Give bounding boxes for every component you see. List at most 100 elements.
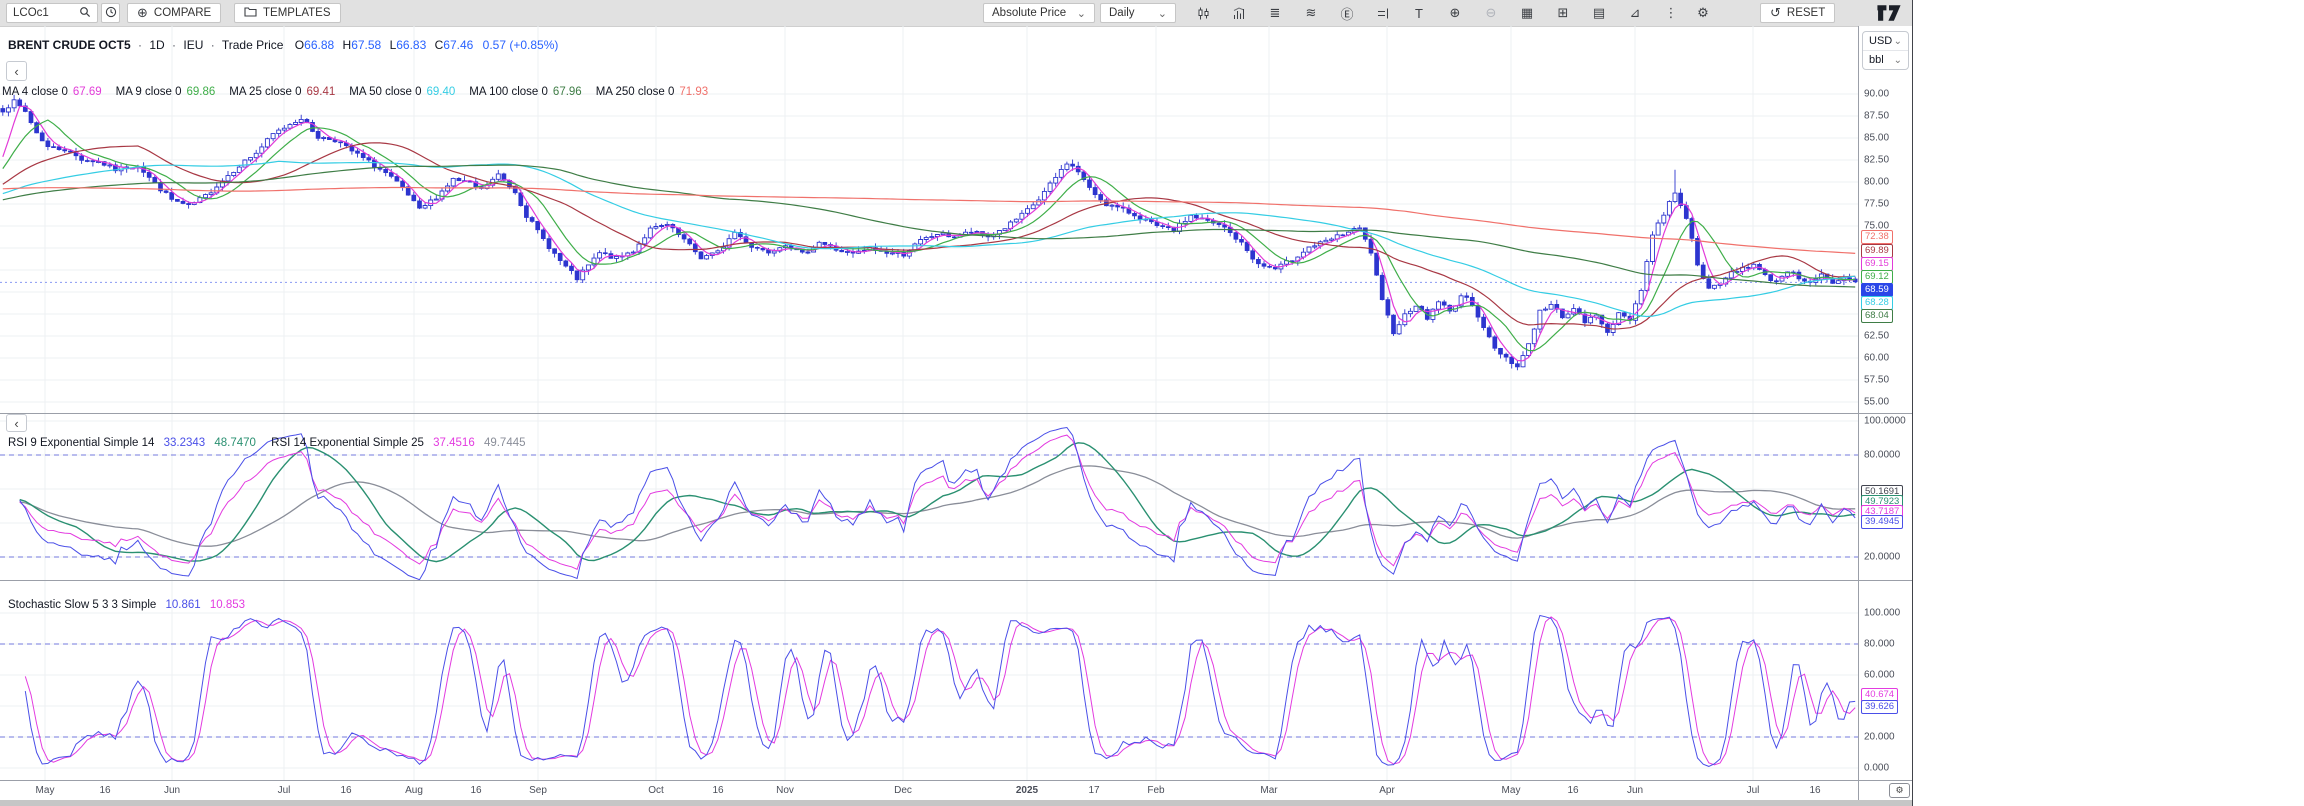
ma-value: 69.40 [427,86,456,98]
rows-layout-icon[interactable]: ≣ [1262,3,1288,23]
waves-overlay-icon[interactable]: ≋ [1298,3,1324,23]
ma-legend-item: MA 50 close 0 69.40 [349,86,455,98]
events-circle-e-icon[interactable]: Ⓔ [1334,3,1360,23]
settings-gear-icon[interactable]: ⚙ [1690,3,1716,23]
unit-value: bbl [1869,54,1884,66]
symbol-input[interactable]: LCOc1 [6,3,98,23]
templates-button-label: TEMPLATES [263,7,331,19]
time-axis-label: 16 [1567,785,1578,796]
compare-button[interactable]: ⊕ COMPARE [127,3,221,23]
rsi-slow-title: RSI 14 Exponential Simple 25 [271,437,424,449]
price-mode-dropdown-value: Absolute Price [992,7,1066,19]
templates-button[interactable]: TEMPLATES [234,3,341,23]
chevron-down-icon: ⌄ [1894,36,1902,47]
low-value: 66.83 [396,38,426,52]
performance-chart-icon[interactable]: ⊿ [1622,3,1648,23]
symbol-input-value: LCOc1 [13,7,49,19]
time-axis-label: Oct [648,785,664,796]
stochastic-d-value: 10.853 [210,599,245,611]
time-axis-label: Apr [1379,785,1395,796]
close-value: 67.46 [443,38,473,52]
folder-icon [244,6,257,20]
ma-label: MA 9 close 0 [116,86,182,98]
change-value: 0.57 (+0.85%) [483,38,559,52]
reset-button[interactable]: ↺ RESET [1760,3,1835,23]
ma-label: MA 100 close 0 [469,86,548,98]
spreadsheet-icon[interactable]: ▦ [1514,3,1540,23]
reset-button-label: RESET [1787,7,1825,19]
pane-divider[interactable] [0,580,1912,581]
compare-plus-icon: ⊕ [137,5,148,21]
chevron-down-icon: ⌄ [1158,7,1167,20]
price-scale-border [1858,26,1859,800]
ma-legend-item: MA 4 close 067.69 [2,86,102,98]
time-axis-label: 17 [1088,785,1099,796]
axis-tick-label: 77.50 [1864,199,1889,210]
stochastic-k-value: 10.861 [166,599,201,611]
rsi-fast-signal-value: 48.7470 [214,437,256,449]
price-badge: 69.89 [1861,244,1893,258]
axis-tick-label: 85.00 [1864,133,1889,144]
interval-history-button[interactable] [101,3,120,23]
time-scale[interactable]: May16JunJul16Aug16SepOct16NovDec202517Fe… [0,781,1858,800]
axis-tick-label: 60.00 [1864,353,1889,364]
symbol-title: BRENT CRUDE OCT5 [8,38,131,52]
news-page-icon[interactable]: ▤ [1586,3,1612,23]
price-badge: 68.28 [1861,296,1893,310]
add-pane-icon[interactable]: ⊞ [1550,3,1576,23]
window-right-edge [1912,0,1913,806]
currency-dropdown[interactable]: USD ⌄ [1863,32,1908,51]
trading-app-window: LCOc1 ⊕ COMPARE TEMPLATES Absolute Price… [0,0,1913,806]
time-axis-label: 16 [470,785,481,796]
price-badge: 69.12 [1861,270,1893,284]
compare-button-label: COMPARE [154,7,211,19]
time-axis-label: 16 [712,785,723,796]
rsi-slow-signal-value: 49.7445 [484,437,526,449]
time-axis-label: Jul [1747,785,1760,796]
time-axis-label: Aug [405,785,423,796]
time-axis-label: 2025 [1016,785,1038,796]
time-axis-label: Sep [529,785,547,796]
symbol-exchange: IEU [183,38,203,52]
interval-dropdown[interactable]: Daily ⌄ [1100,3,1176,23]
ma-value: 67.96 [553,86,582,98]
stochastic-title: Stochastic Slow 5 3 3 Simple [8,599,156,611]
symbol-interval: 1D [149,38,164,52]
axis-tick-label: 100.000 [1864,608,1900,619]
time-scale-settings-button[interactable]: ⚙ [1889,783,1910,798]
ma-legend-item: MA 9 close 069.86 [116,86,216,98]
text-tool-icon[interactable]: T [1406,3,1432,23]
price-chart-pane[interactable] [0,26,1858,413]
axis-tick-label: 100.0000 [1864,416,1906,427]
bar-chart-icon[interactable] [1226,3,1252,23]
series-type: Trade Price [222,38,284,52]
time-axis-label: Feb [1147,785,1164,796]
measure-tool-icon[interactable] [1370,3,1396,23]
pane-divider[interactable] [0,413,1912,414]
zoom-out-icon[interactable]: ⊖ [1478,3,1504,23]
stochastic-indicator-pane[interactable] [0,580,1858,780]
ma-label: MA 4 close 0 [2,86,68,98]
ma-label: MA 250 close 0 [596,86,675,98]
time-axis-label: 16 [1809,785,1820,796]
zoom-in-icon[interactable]: ⊕ [1442,3,1468,23]
axis-tick-label: 80.0000 [1864,450,1900,461]
ma-value: 69.41 [306,86,335,98]
price-mode-dropdown[interactable]: Absolute Price ⌄ [983,3,1095,23]
price-badge: 69.15 [1861,257,1893,271]
axis-tick-label: 20.000 [1864,732,1895,743]
interval-dropdown-value: Daily [1109,7,1135,19]
kebab-menu-icon[interactable]: ⋮ [1658,3,1684,23]
gear-icon: ⚙ [1895,785,1903,796]
price-pane-collapse-button[interactable]: ‹ [6,61,27,81]
time-axis-label: 16 [99,785,110,796]
ma-label: MA 50 close 0 [349,86,421,98]
time-axis-label: Mar [1260,785,1277,796]
time-axis-label: Jul [278,785,291,796]
candlestick-style-icon[interactable] [1190,3,1216,23]
axis-tick-label: 60.000 [1864,670,1895,681]
rsi-pane-collapse-button[interactable]: ‹ [6,414,27,432]
reset-icon: ↺ [1770,5,1781,21]
unit-selector: USD ⌄ bbl ⌄ [1862,31,1909,70]
unit-dropdown[interactable]: bbl ⌄ [1863,51,1908,69]
